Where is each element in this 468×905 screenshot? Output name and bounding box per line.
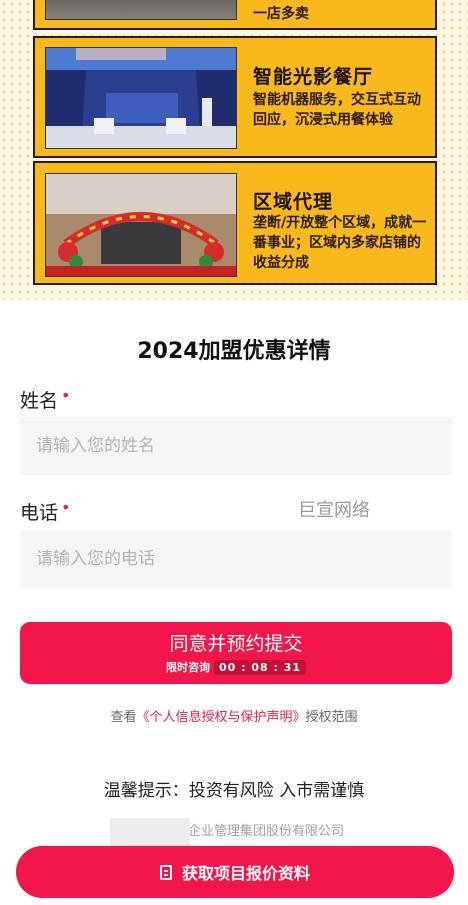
name-input[interactable] [20,417,452,475]
submit-button[interactable]: 同意并预约提交 限时咨询 00 : 08 : 31 [20,622,452,684]
phone-label: 电话 • [20,498,70,525]
promo-card-title: 智能光影餐厅 [253,66,374,88]
promo-photo [45,47,237,149]
countdown-label: 限时咨询 [165,661,210,674]
promo-card-regional-agent: 区域代理 垄断/开放整个区域，成就一番事业；区域内多家店铺的收益分成 [33,161,437,285]
required-mark: • [61,386,71,405]
phone-input[interactable] [20,530,452,588]
promo-card-desc: 一店多卖 [253,6,309,22]
promo-card-takeaway: 一店多卖 [33,0,437,30]
promo-photo [45,173,237,277]
countdown-timer: 00 : 08 : 31 [213,660,307,675]
promo-card-desc: 垄断/开放整个区域，成就一番事业；区域内多家店铺的收益分成 [253,215,427,271]
get-quote-button[interactable]: 获取项目报价资料 [16,846,454,898]
promo-card-desc: 智能机器服务，交互式互动回应，沉浸式用餐体验 [253,92,421,128]
privacy-notice: 查看《个人信息授权与保护声明》授权范围 [0,706,468,725]
restaurant-photo [46,48,236,148]
cta-label: 获取项目报价资料 [181,864,310,883]
submit-label: 同意并预约提交 [169,633,303,655]
notice-suffix: 授权范围 [305,710,358,725]
privacy-link[interactable]: 《个人信息授权与保护声明》 [136,710,305,725]
phone-label-text: 电话 [20,502,59,524]
promo-card-smart-restaurant: 智能光影餐厅 智能机器服务，交互式互动回应，沉浸式用餐体验 [33,36,437,158]
promo-photo [45,0,237,20]
form-title: 2024加盟优惠详情 [137,339,331,364]
notice-prefix: 查看 [110,710,137,725]
countdown: 限时咨询 00 : 08 : 31 [20,659,452,675]
storefront-photo [46,174,236,276]
document-icon [159,864,172,880]
name-label-text: 姓名 [20,390,59,412]
name-label: 姓名 • [20,386,70,413]
company-name-text: 企业管理集团股份有限公司 [188,824,345,839]
watermark-text: 巨宣网络 [298,500,370,521]
promo-banner: 一店多卖 智能光影餐厅 智能机器服务，交互式互动回应，沉浸式用餐体验 区域代理 … [0,0,468,300]
promo-card-title: 区域代理 [253,191,334,213]
required-mark: • [61,498,71,517]
risk-tip: 温馨提示：投资有风险 入市需谨慎 [103,781,365,801]
